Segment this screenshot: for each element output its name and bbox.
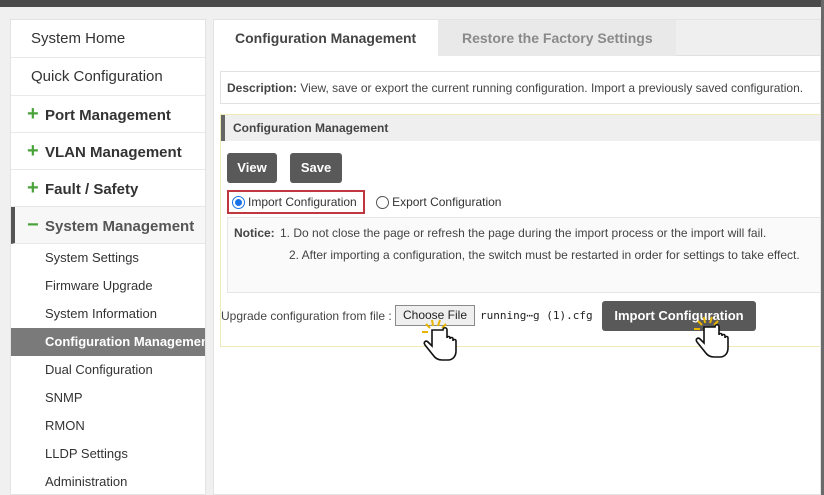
sidebar-group-label: Fault / Safety [45,181,139,198]
sidebar-item-snmp[interactable]: SNMP [11,384,205,412]
selected-file-name: running⋯g (1).cfg [480,309,593,322]
hand-cursor-icon [694,316,729,358]
sidebar-group-vlan-management[interactable]: + VLAN Management [11,133,205,170]
tab-restore-factory-settings[interactable]: Restore the Factory Settings [438,20,676,56]
notice-label: Notice: [234,226,275,240]
window-top-bar [0,0,824,7]
description-text: View, save or export the current running… [300,81,804,95]
sidebar-item-lldp-settings[interactable]: LLDP Settings [11,440,205,468]
plus-icon: + [27,103,39,125]
sidebar-group-label: Port Management [45,107,171,124]
hand-cursor-icon [422,319,457,361]
sidebar-item-dual-configuration[interactable]: Dual Configuration [11,356,205,384]
sidebar-item-rmon[interactable]: RMON [11,412,205,440]
sidebar-group-system-management[interactable]: − System Management [11,207,205,244]
notice-line-2: 2. After importing a configuration, the … [289,248,800,262]
notice-box: Notice: 1. Do not close the page or refre… [227,217,820,293]
tab-configuration-management[interactable]: Configuration Management [214,20,438,56]
view-button[interactable]: View [227,153,277,183]
tab-bar: Configuration Management Restore the Fac… [214,20,820,56]
sidebar-group-fault-safety[interactable]: + Fault / Safety [11,170,205,207]
import-option-label: Import Configuration [248,195,357,209]
configuration-panel: Configuration Management View Save Impor… [220,114,820,347]
sidebar-item-firmware-upgrade[interactable]: Firmware Upgrade [11,272,205,300]
plus-icon: + [27,177,39,199]
import-radio[interactable] [232,195,245,209]
sidebar-item-system-information[interactable]: System Information [11,300,205,328]
sidebar: System Home Quick Configuration + Port Ma… [10,19,206,495]
panel-title: Configuration Management [221,115,820,141]
export-option-label: Export Configuration [392,195,502,209]
plus-icon: + [27,140,39,162]
sidebar-item-administration[interactable]: Administration [11,468,205,494]
sidebar-group-label: VLAN Management [45,144,182,161]
export-configuration-option[interactable]: Export Configuration [376,190,501,214]
minus-icon: − [27,214,39,236]
sidebar-item-system-settings[interactable]: System Settings [11,244,205,272]
main-content: Configuration Management Restore the Fac… [213,19,821,495]
export-radio[interactable] [376,195,390,209]
upgrade-file-label: Upgrade configuration from file : [221,309,392,323]
sidebar-item-system-home[interactable]: System Home [11,20,205,58]
notice-line-1: 1. Do not close the page or refresh the … [280,226,767,240]
sidebar-group-port-management[interactable]: + Port Management [11,96,205,133]
save-button[interactable]: Save [290,153,342,183]
sidebar-item-configuration-management[interactable]: Configuration Management [11,328,205,356]
description-label: Description: [227,81,298,95]
mode-radio-group: Import Configuration Export Configuratio… [227,190,501,214]
sidebar-item-quick-configuration[interactable]: Quick Configuration [11,58,205,96]
description-box: Description: View, save or export the cu… [220,71,820,104]
import-configuration-option[interactable]: Import Configuration [227,190,365,214]
sidebar-group-label: System Management [45,218,195,235]
